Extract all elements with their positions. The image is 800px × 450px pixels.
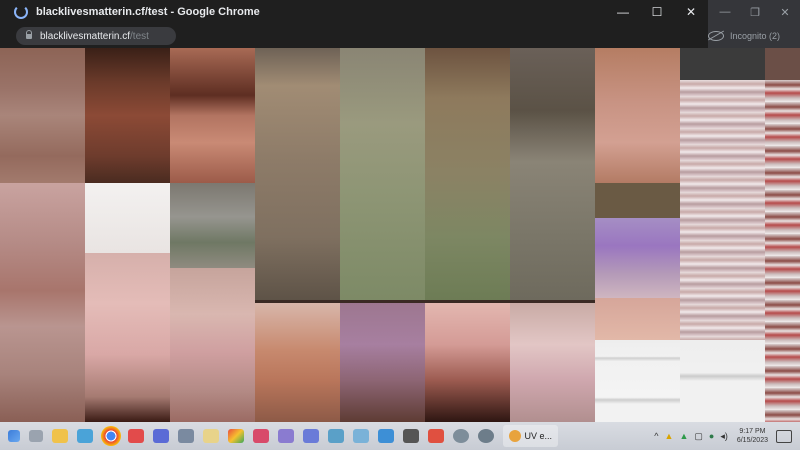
store-icon[interactable] (353, 429, 369, 443)
bg-restore-button[interactable]: ❐ (740, 0, 770, 24)
pixel-block (170, 48, 255, 183)
pixel-block (510, 303, 595, 422)
lock-icon[interactable] (26, 29, 32, 39)
pixel-block (85, 253, 170, 422)
pixel-block (595, 183, 680, 218)
start-menu-icon[interactable] (8, 430, 20, 442)
tray-warning-icon[interactable]: ▲ (665, 431, 674, 441)
loading-spinner-icon (14, 5, 28, 19)
notification-icon[interactable] (776, 429, 792, 443)
pixel-block (425, 303, 510, 422)
system-tray: ^ ▲ ▲ ▢ ● ◂) 9:17 PM 6/15/2023 (651, 422, 800, 450)
tray-alert-icon[interactable]: ▲ (679, 431, 688, 441)
media-player-icon[interactable] (403, 429, 419, 443)
clock-time: 9:17 PM (739, 428, 766, 435)
pixel-block (0, 48, 85, 183)
taskbar-clock[interactable]: 9:17 PM 6/15/2023 (737, 427, 768, 445)
tray-volume-icon[interactable]: ◂) (720, 431, 728, 442)
camera-icon[interactable] (253, 429, 269, 443)
pixel-block (595, 340, 680, 422)
pixel-block (595, 48, 680, 183)
background-incognito-window[interactable]: — ❐ ✕ Incognito (2) (708, 0, 800, 48)
incognito-label[interactable]: Incognito (2) (730, 31, 780, 41)
taskbar-app-uv[interactable]: UV e... (502, 425, 559, 447)
calendar-icon[interactable] (128, 429, 144, 443)
url-text[interactable]: blacklivesmatterin.cf/test (40, 31, 149, 42)
omnibox[interactable]: blacklivesmatterin.cf/test (16, 27, 176, 45)
pixel-block (765, 80, 800, 422)
paint-icon[interactable] (228, 429, 244, 443)
pixel-block (170, 268, 255, 422)
pixel-block (595, 298, 680, 340)
url-host: blacklivesmatterin.cf (40, 30, 131, 42)
pixel-block (680, 80, 765, 340)
notes-icon[interactable] (203, 429, 219, 443)
bg-minimize-button[interactable]: — (710, 0, 740, 24)
clock-date: 6/15/2023 (736, 437, 768, 444)
minimize-button[interactable]: — (606, 0, 640, 24)
url-path: /test (130, 30, 149, 42)
windows-taskbar: UV e... ^ ▲ ▲ ▢ ● ◂) 9:17 PM 6/15/2023 (0, 422, 800, 450)
sync-icon[interactable] (453, 429, 469, 443)
chrome-title-bar: blacklivesmatterin.cf/test - Google Chro… (0, 0, 708, 24)
pixel-block (680, 48, 765, 80)
tray-network-icon[interactable]: ● (709, 431, 714, 441)
address-bar: blacklivesmatterin.cf/test (0, 24, 708, 48)
incognito-eye-icon (708, 31, 724, 41)
music-icon[interactable] (428, 429, 444, 443)
file-explorer-icon[interactable] (52, 429, 68, 443)
pixel-block (85, 48, 170, 183)
chrome-icon[interactable] (100, 426, 121, 446)
pixel-block (340, 303, 425, 422)
pixel-block (340, 48, 425, 300)
pixel-block (255, 303, 340, 422)
edge-icon[interactable] (77, 429, 93, 443)
maximize-button[interactable]: ☐ (640, 0, 674, 24)
pixel-block (595, 218, 680, 298)
headphones-icon[interactable] (153, 429, 169, 443)
pixel-block (255, 48, 340, 300)
pixel-block (680, 340, 765, 422)
page-viewport[interactable] (0, 48, 800, 422)
pixel-block (510, 48, 595, 300)
taskbar-app-label: UV e... (524, 431, 553, 441)
pixel-block (0, 183, 85, 422)
pixel-block (170, 183, 255, 268)
pixel-block (85, 183, 170, 253)
teams-icon[interactable] (328, 429, 344, 443)
tray-lock-icon[interactable]: ▢ (694, 431, 703, 442)
tray-chevron-icon[interactable]: ^ (654, 431, 658, 441)
mail-icon[interactable] (178, 429, 194, 443)
pixel-block (425, 48, 510, 300)
search-icon[interactable] (29, 430, 43, 442)
uv-app-icon (508, 430, 521, 442)
settings-icon[interactable] (303, 429, 319, 443)
window-title: blacklivesmatterin.cf/test - Google Chro… (36, 6, 260, 18)
terminal-icon[interactable] (278, 429, 294, 443)
bg-close-button[interactable]: ✕ (770, 0, 800, 24)
windows-app-icon[interactable] (378, 429, 394, 443)
steam-icon[interactable] (478, 429, 494, 443)
close-button[interactable]: ✕ (674, 0, 708, 24)
